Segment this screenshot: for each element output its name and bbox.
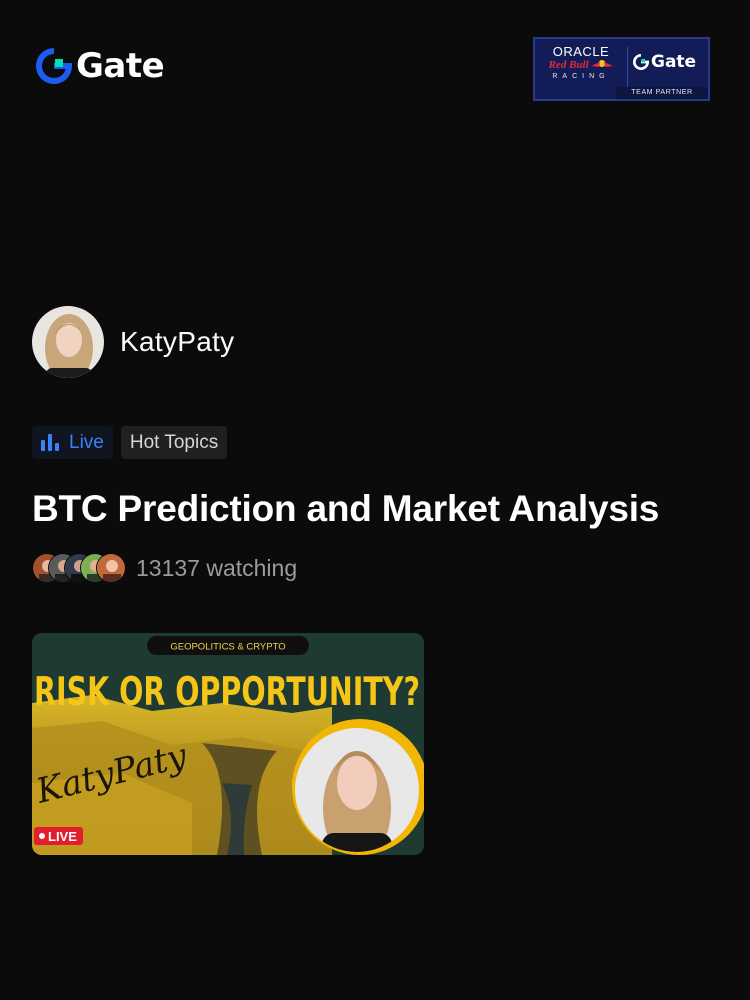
- partner-divider: [627, 47, 628, 87]
- team-partner-badge: ORACLE Red Bull RACING Gate TEAM PARTNER: [533, 37, 710, 101]
- thumbnail-kicker: GEOPOLITICS & CRYPTO: [170, 642, 285, 653]
- viewer-count: 13137 watching: [136, 554, 298, 581]
- live-tag-label: Live: [69, 431, 104, 453]
- gate-mini-icon: [633, 54, 649, 70]
- viewer-avatars: [32, 553, 126, 583]
- bar-chart-icon: [41, 434, 59, 451]
- host-name[interactable]: KatyPaty: [120, 326, 234, 358]
- stream-thumbnail[interactable]: GEOPOLITICS & CRYPTO RISK OR OPPORTUNITY…: [32, 633, 424, 855]
- live-tag[interactable]: Live: [32, 426, 113, 459]
- live-dot-icon: [39, 833, 45, 839]
- thumbnail-headline: RISK OR OPPORTUNITY?: [34, 670, 420, 715]
- viewer-info: 13137 watching: [32, 553, 297, 583]
- hot-topics-label: Hot Topics: [129, 431, 219, 453]
- gate-logo-text: Gate: [76, 46, 165, 86]
- stream-tags: Live Hot Topics: [32, 426, 228, 459]
- host-avatar[interactable]: [32, 306, 104, 378]
- host-profile[interactable]: KatyPaty: [32, 306, 234, 378]
- team-partner-label: TEAM PARTNER: [616, 87, 708, 99]
- gate-logo[interactable]: Gate: [36, 46, 165, 86]
- redbull-text: Red Bull: [543, 59, 619, 71]
- thumbnail-live-label: LIVE: [48, 829, 77, 844]
- stream-title[interactable]: BTC Prediction and Market Analysis: [32, 488, 659, 530]
- bull-icon: [591, 60, 614, 67]
- oracle-text: ORACLE: [552, 44, 610, 59]
- racing-text: RACING: [552, 73, 610, 80]
- gate-logo-icon: [36, 48, 72, 84]
- partner-gate-logo: Gate: [633, 52, 696, 72]
- hot-topics-tag[interactable]: Hot Topics: [120, 426, 228, 459]
- viewer-avatar: [96, 553, 126, 583]
